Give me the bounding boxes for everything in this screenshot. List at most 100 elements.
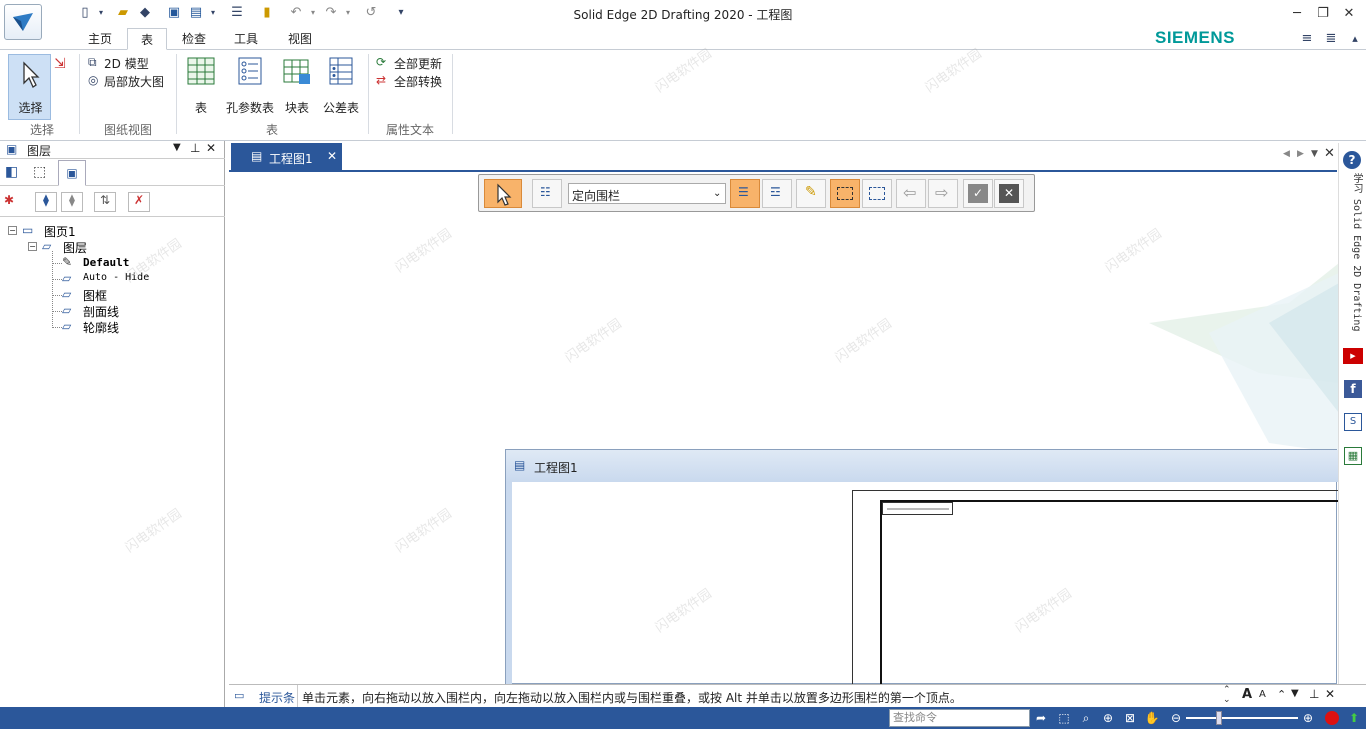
scroll-up-icon[interactable]: ⌃ [1223,685,1231,695]
close-document-icon[interactable]: ✕ [1324,146,1335,161]
hole-table-button[interactable]: 孔参数表 [224,54,276,116]
layer-item-auto-hide[interactable]: Auto - Hide [83,272,149,283]
save-icon[interactable]: ▣ [165,4,183,22]
customize-qat-icon[interactable]: ▾ [392,4,410,22]
layer-item-outline[interactable]: 轮廓线 [83,319,119,336]
zoom-slider-thumb[interactable] [1216,711,1222,725]
update-all-button[interactable]: ⟳ 全部更新 [376,55,448,71]
prompt-pin-icon[interactable]: ⊥ [1309,687,1319,701]
next-button[interactable]: ⇨ [928,179,958,208]
zoom-slider-track[interactable] [1186,717,1298,719]
document-tab[interactable]: ▤ 工程图1 ✕ [231,143,342,172]
zoom-in-out-icon[interactable]: ⊕ [1100,710,1116,726]
new-dropdown-icon[interactable]: ▾ [96,4,106,22]
youtube-icon[interactable]: ▶ [1343,348,1363,364]
zoom-out-icon[interactable]: ⊖ [1168,710,1184,726]
save-dropdown-icon[interactable]: ▾ [208,4,218,22]
hide-layer-icon[interactable]: ⧫ [61,192,83,212]
expand-prompt-icon[interactable]: ⌃ [1277,688,1286,701]
close-tab-icon[interactable]: ✕ [327,149,337,163]
pan-icon[interactable]: ✋ [1144,710,1160,726]
close-file-icon[interactable]: ◆ [136,4,154,22]
previous-button[interactable]: ⇦ [896,179,926,208]
tab-list-icon[interactable]: ▼ [1311,149,1318,159]
pdf-icon[interactable]: ▮ [258,4,276,22]
prompt-close-icon[interactable]: ✕ [1325,687,1335,701]
detail-view-button[interactable]: ◎ 局部放大图 [88,73,178,89]
restore-button[interactable]: ❐ [1310,4,1336,24]
drawing-sheet-window[interactable]: ▤ 工程图1 [505,449,1338,685]
collapse-toggle-icon[interactable]: − [8,226,17,235]
delete-layer-icon[interactable]: ✗ [128,192,150,212]
zoom-icon[interactable]: ⌕ [1078,710,1094,726]
polygon-fence-button[interactable] [862,179,892,208]
select-options-button[interactable]: ☷ [532,179,562,208]
layer-item-frame[interactable]: 图框 [83,287,107,304]
upload-icon[interactable]: ⬆ [1346,710,1362,726]
scroll-tabs-right-icon[interactable]: ▶ [1297,149,1304,159]
tab-home[interactable]: 主页 [80,28,120,50]
select-overlap-button[interactable]: ☲ [762,179,792,208]
new-file-icon[interactable]: ▯ [76,4,94,22]
help-icon[interactable]: ? [1343,151,1361,169]
scroll-tabs-left-icon[interactable]: ◀ [1283,149,1290,159]
scroll-down-icon[interactable]: ⌄ [1223,695,1231,705]
new-layer-icon[interactable]: ✱ [4,193,14,207]
panel-close-icon[interactable]: ✕ [206,141,216,155]
ribbon-layout-icon[interactable]: ≣ [1322,30,1340,48]
undo-dropdown-icon[interactable]: ▾ [308,4,318,22]
open-folder-icon[interactable]: ▰ [114,4,132,22]
learn-link[interactable]: 学习 Solid Edge 2D Drafting [1342,173,1364,343]
collapse-toggle-icon[interactable]: − [28,242,37,251]
cancel-button[interactable]: ✕ [994,179,1024,208]
panel-menu-icon[interactable]: ▼ [173,142,181,153]
minimize-button[interactable]: ─ [1284,4,1310,24]
application-button[interactable] [4,4,42,40]
properties-icon[interactable]: ☰ [228,4,246,22]
ribbon-option-icon[interactable]: ≡ [1298,30,1316,48]
accept-button[interactable]: ✓ [963,179,993,208]
tab-tools[interactable]: 工具 [226,28,266,50]
select-button[interactable]: 选择 [8,54,51,120]
model-2d-button[interactable]: ⧉ 2D 模型 [88,55,168,71]
table-button[interactable]: 表 [184,54,218,116]
font-decrease-icon[interactable]: A [1259,689,1266,700]
pathfinder-tab-icon[interactable]: ◧ [5,164,18,180]
facebook-icon[interactable]: f [1344,380,1362,398]
tolerance-table-button[interactable]: 公差表 [320,54,362,116]
layers-tab-icon[interactable]: ▣ [58,160,86,186]
tab-inspect[interactable]: 检查 [174,28,214,50]
undo-icon[interactable]: ↶ [287,4,305,22]
tree-node-sheet[interactable]: 图页1 [44,223,76,240]
layer-item-hatch[interactable]: 剖面线 [83,303,119,320]
rectangle-fence-button[interactable] [830,179,860,208]
tree-node-layers[interactable]: 图层 [63,239,87,256]
command-finder-go-icon[interactable]: ➦ [1033,710,1049,726]
close-window-button[interactable]: ✕ [1336,4,1362,24]
zoom-area-tab-icon[interactable]: ⬚ [33,164,46,180]
record-icon[interactable] [1325,711,1339,725]
show-layer-icon[interactable]: ⧫ [35,192,57,212]
zoom-area-icon[interactable]: ⬚ [1056,710,1072,726]
solid-edge-community-icon[interactable]: S [1344,413,1362,431]
repeat-icon[interactable]: ↺ [362,4,380,22]
pin-icon[interactable]: ⊥ [190,141,200,155]
collapse-ribbon-icon[interactable]: ▴ [1346,30,1364,48]
fit-icon[interactable]: ⊠ [1122,710,1138,726]
select-tool-button[interactable] [484,179,522,208]
font-increase-icon[interactable]: A [1242,687,1252,702]
tab-table[interactable]: 表 [127,28,167,50]
move-layer-icon[interactable]: ⇅ [94,192,116,212]
convert-all-button[interactable]: ⇄ 全部转换 [376,73,448,89]
redo-icon[interactable]: ↷ [322,4,340,22]
prompt-menu-icon[interactable]: ▼ [1291,688,1299,699]
tab-view[interactable]: 视图 [280,28,320,50]
select-inside-button[interactable]: ☰ [730,179,760,208]
layer-item-default[interactable]: Default [83,256,129,269]
save-all-icon[interactable]: ▤ [187,4,205,22]
zoom-in-icon[interactable]: ⊕ [1300,710,1316,726]
tutorial-icon[interactable]: ▦ [1344,447,1362,465]
command-finder-input[interactable]: 查找命令 [889,709,1030,727]
redo-dropdown-icon[interactable]: ▾ [343,4,353,22]
select-by-pick-button[interactable]: ✎ [796,179,826,208]
